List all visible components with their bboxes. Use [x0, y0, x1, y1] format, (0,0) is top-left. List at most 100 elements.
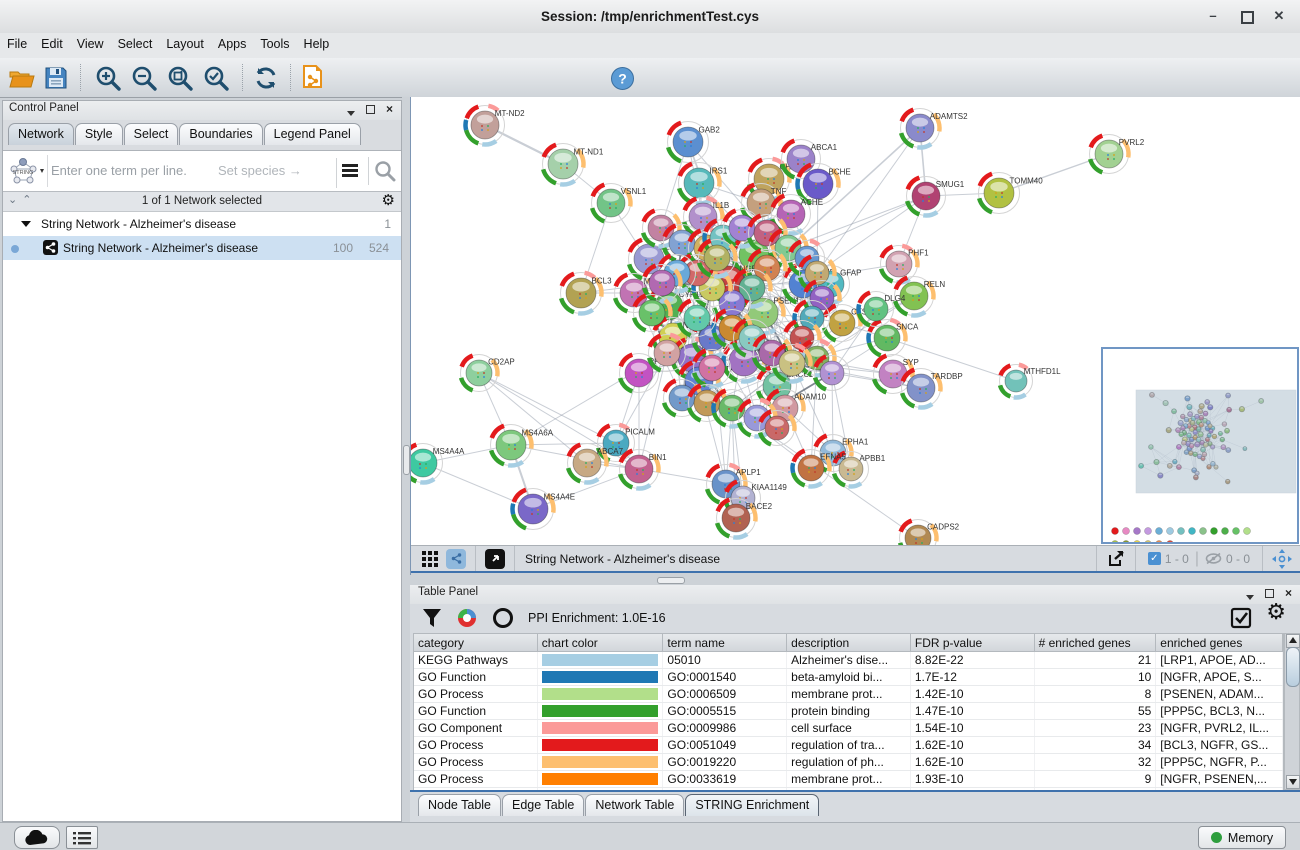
close-panel-icon[interactable]: × — [386, 102, 393, 116]
scroll-thumb[interactable] — [1286, 647, 1300, 687]
memory-button[interactable]: Memory — [1198, 826, 1286, 849]
vertical-splitter[interactable] — [402, 97, 410, 822]
tab-legend-panel[interactable]: Legend Panel — [264, 123, 361, 145]
share-view-icon[interactable] — [446, 549, 466, 569]
collapse-triangle-icon[interactable] — [21, 221, 31, 227]
menu-view[interactable]: View — [70, 33, 111, 51]
network-node[interactable]: SMUG1 — [907, 177, 965, 216]
network-node[interactable] — [774, 345, 811, 382]
menu-help[interactable]: Help — [297, 33, 337, 51]
export-network-icon[interactable] — [1106, 549, 1126, 569]
menu-file[interactable]: File — [0, 33, 34, 51]
splitter-grip[interactable] — [657, 577, 685, 584]
tab-network-table[interactable]: Network Table — [585, 794, 684, 816]
network-node[interactable] — [679, 300, 716, 337]
network-node[interactable]: VSNL1 — [592, 184, 647, 223]
ring-chart-icon[interactable] — [492, 607, 514, 629]
table-row[interactable]: KEGG Pathways05010Alzheimer's dise...8.8… — [414, 652, 1283, 669]
column-header--enriched-genes[interactable]: # enriched genes — [1035, 634, 1157, 651]
menu-apps[interactable]: Apps — [211, 33, 254, 51]
column-header-enriched-genes[interactable]: enriched genes — [1156, 634, 1283, 651]
menu-tools[interactable]: Tools — [253, 33, 296, 51]
table-vertical-scrollbar[interactable] — [1284, 633, 1300, 790]
column-header-category[interactable]: category — [414, 634, 538, 651]
save-icon[interactable] — [42, 64, 70, 92]
table-row[interactable]: GO ProcessGO:0033619membrane prot...1.93… — [414, 771, 1283, 788]
string-options-icon[interactable] — [336, 158, 363, 188]
float-panel-icon[interactable] — [366, 105, 375, 117]
string-query-input[interactable]: Enter one term per line. — [51, 163, 187, 178]
table-row[interactable]: GO FunctionGO:0001540beta-amyloid bi...1… — [414, 669, 1283, 686]
column-header-chart-color[interactable]: chart color — [538, 634, 664, 651]
network-collection-row[interactable]: String Network - Alzheimer's disease 1 — [3, 212, 401, 236]
column-header-description[interactable]: description — [787, 634, 911, 651]
network-node[interactable]: SNCA — [869, 320, 919, 357]
network-node[interactable] — [699, 240, 736, 277]
zoom-out-icon[interactable] — [130, 64, 158, 92]
scroll-down-arrow[interactable] — [1286, 775, 1300, 789]
network-node[interactable]: MT-ND1 — [543, 144, 604, 185]
network-node[interactable]: ABCA7 — [568, 444, 624, 483]
collapse-expand-icons[interactable]: ⌄ ⌃ — [8, 193, 33, 206]
network-node[interactable] — [800, 256, 835, 291]
select-all-checkbox-icon[interactable] — [1230, 607, 1252, 629]
menu-select[interactable]: Select — [111, 33, 160, 51]
string-logo-icon[interactable]: STRING — [7, 156, 47, 186]
horizontal-splitter[interactable] — [410, 575, 1300, 585]
gear-icon[interactable]: ⚙ — [1266, 604, 1286, 619]
scroll-up-arrow[interactable] — [1286, 634, 1300, 648]
table-row[interactable]: GO ComponentGO:0009986cell surface1.54E-… — [414, 720, 1283, 737]
network-node[interactable]: BIN1 — [620, 450, 668, 489]
zoom-fit-icon[interactable] — [166, 64, 194, 92]
network-node[interactable]: MS4A6A — [491, 425, 554, 466]
tab-boundaries[interactable]: Boundaries — [179, 123, 262, 145]
tab-select[interactable]: Select — [124, 123, 179, 145]
gear-icon[interactable]: ⚙ — [382, 193, 395, 208]
table-row[interactable]: GO ProcessGO:0006509membrane prot...1.42… — [414, 686, 1283, 703]
open-folder-icon[interactable] — [8, 64, 36, 92]
network-node[interactable] — [760, 411, 795, 446]
minimize-button[interactable]: – — [1204, 8, 1222, 24]
tab-string-enrichment[interactable]: STRING Enrichment — [685, 794, 819, 816]
network-document-icon[interactable] — [300, 64, 328, 92]
network-node[interactable] — [634, 295, 671, 332]
detach-view-icon[interactable] — [485, 549, 505, 569]
column-header-FDR-p-value[interactable]: FDR p-value — [911, 634, 1035, 651]
table-row[interactable]: GO FunctionGO:0005515protein binding1.47… — [414, 703, 1283, 720]
zoom-in-icon[interactable] — [94, 64, 122, 92]
network-node[interactable] — [649, 335, 686, 372]
table-row[interactable]: GO ProcessGO:0019220regulation of ph...1… — [414, 754, 1283, 771]
network-node[interactable]: CD2AP — [461, 355, 515, 392]
birdseye-viewport[interactable] — [1136, 390, 1296, 493]
close-panel-icon[interactable]: × — [1285, 586, 1292, 600]
menu-layout[interactable]: Layout — [159, 33, 211, 51]
pan-navigation-icon[interactable] — [1272, 549, 1292, 569]
menu-edit[interactable]: Edit — [34, 33, 70, 51]
tab-style[interactable]: Style — [75, 123, 123, 145]
tab-edge-table[interactable]: Edge Table — [502, 794, 584, 816]
network-node[interactable] — [694, 350, 731, 387]
zoom-selected-icon[interactable] — [202, 64, 230, 92]
cloud-button[interactable] — [14, 826, 60, 849]
network-node[interactable]: CADPS2 — [900, 520, 960, 546]
column-header-term-name[interactable]: term name — [663, 634, 787, 651]
refresh-icon[interactable] — [252, 64, 280, 92]
grid-view-icon[interactable] — [420, 549, 440, 569]
table-row[interactable]: GO ProcessGO:0051049regulation of tra...… — [414, 737, 1283, 754]
network-node[interactable] — [644, 265, 681, 302]
string-search-icon[interactable] — [368, 157, 401, 185]
close-button[interactable]: ✕ — [1270, 8, 1288, 24]
network-node[interactable]: MT-ND2 — [466, 106, 526, 145]
network-node[interactable]: MS4A4E — [513, 489, 576, 530]
panel-menu-icon[interactable] — [1246, 591, 1254, 603]
network-row[interactable]: String Network - Alzheimer's disease 100… — [3, 236, 401, 260]
network-node[interactable]: TOMM40 — [979, 173, 1044, 214]
maximize-button[interactable] — [1238, 8, 1256, 24]
network-canvas[interactable]: MT-ND2MT-ND1VSNL1GAB2IRS1CHATABCA1BCHETN… — [411, 97, 1300, 545]
help-icon[interactable]: ? — [608, 64, 636, 92]
filter-icon[interactable] — [422, 607, 442, 629]
chart-donut-icon[interactable] — [456, 607, 478, 629]
tab-network[interactable]: Network — [8, 123, 74, 145]
tab-node-table[interactable]: Node Table — [418, 794, 501, 816]
task-list-button[interactable] — [66, 826, 98, 849]
